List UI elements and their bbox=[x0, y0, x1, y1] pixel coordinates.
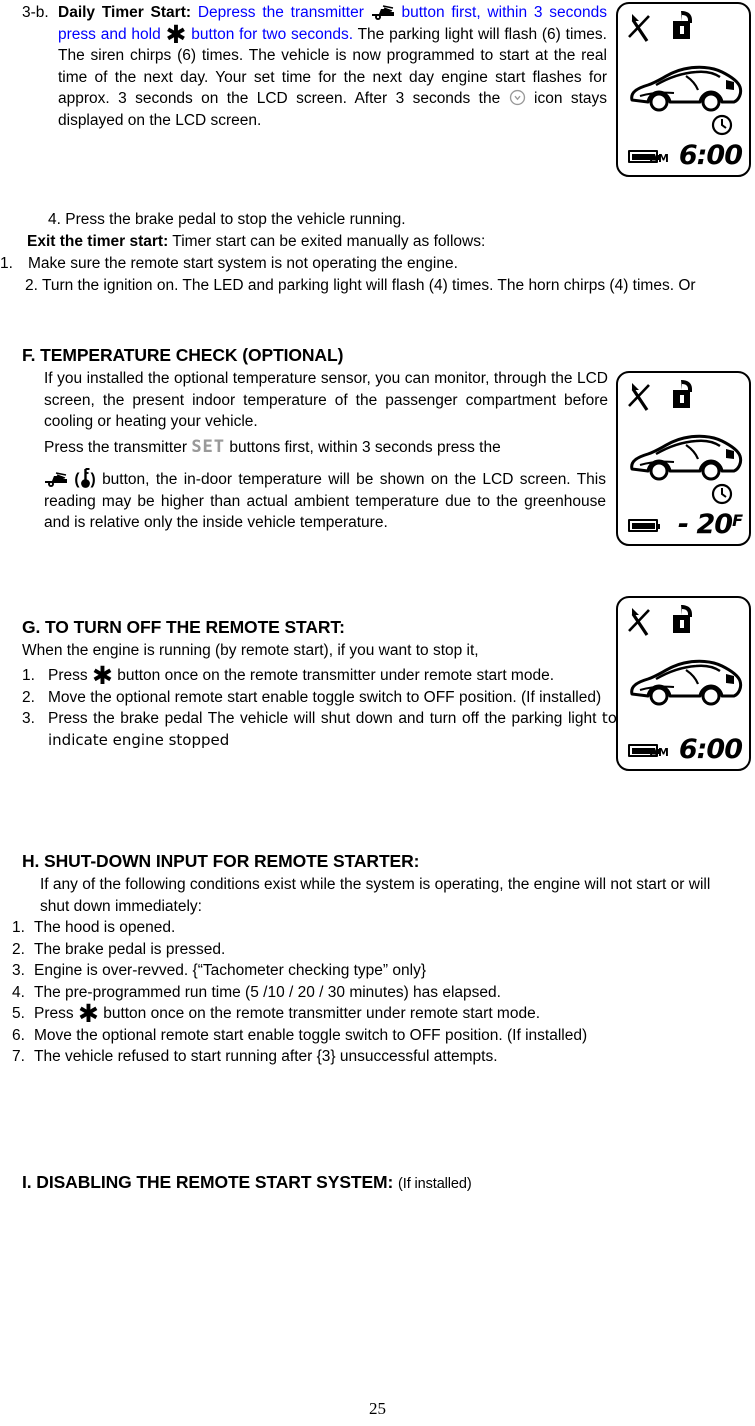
exit-timer-intro: Exit the timer start: Timer start can be… bbox=[27, 231, 627, 253]
section-H-heading: H. SHUT-DOWN INPUT FOR REMOTE STARTER: bbox=[22, 851, 420, 871]
exit-timer-item-1-text: Make sure the remote start system is not… bbox=[28, 255, 458, 272]
list-item-number: 3. bbox=[12, 962, 25, 979]
list-item-content: Move the optional remote start enable to… bbox=[48, 688, 602, 706]
list-item-content: The vehicle refused to start running aft… bbox=[34, 1048, 498, 1065]
list-item-number: 4. bbox=[12, 983, 25, 1001]
section-G-intro: When the engine is running (by remote st… bbox=[22, 642, 479, 659]
battery-full-icon bbox=[628, 519, 660, 532]
list-item: 3. Engine is over-revved. {“Tachometer c… bbox=[12, 960, 712, 982]
lcd-readout: 6:00 bbox=[678, 732, 743, 765]
list-item: 4. The pre-programmed run time (5 /10 / … bbox=[12, 982, 712, 1004]
engine-start-icon bbox=[45, 472, 67, 487]
list-item-content: The hood is opened. bbox=[34, 919, 176, 936]
lock-open-icon bbox=[673, 11, 692, 39]
lcd-display-remote-off: AM 6:00 bbox=[616, 596, 751, 771]
section-3b-step4: 4. Press the brake pedal to stop the veh… bbox=[48, 211, 406, 228]
section-G-list: 1. Press ✱ button once on the remote tra… bbox=[22, 663, 617, 751]
list-item-post: button once on the remote transmitter un… bbox=[103, 1005, 541, 1022]
exit-timer-item-2: 2. Turn the ignition on. The LED and par… bbox=[25, 277, 696, 294]
lcd-display-timer-start: AM 6:00 bbox=[616, 2, 751, 177]
section-G-heading: G. TO TURN OFF THE REMOTE START: bbox=[22, 617, 345, 637]
car-icon bbox=[630, 65, 743, 112]
antenna-crossed-icon bbox=[628, 14, 650, 42]
list-item-number: 5. bbox=[12, 1005, 25, 1022]
antenna-crossed-icon bbox=[628, 608, 650, 636]
section-3b-blue-1: Depress the transmitter bbox=[197, 4, 364, 21]
section-F-para2-block: ( ) button, the in-door temperature will… bbox=[44, 468, 606, 534]
list-item: 1. Press ✱ button once on the remote tra… bbox=[22, 663, 617, 688]
car-icon bbox=[630, 659, 743, 706]
clock-icon bbox=[509, 89, 525, 106]
list-item-number: 7. bbox=[12, 1048, 25, 1065]
lcd-readout-value: - 20 bbox=[677, 509, 733, 540]
page-number: 25 bbox=[369, 1399, 386, 1418]
list-item-number: 1. bbox=[22, 667, 35, 684]
list-item-content: Move the optional remote start enable to… bbox=[34, 1026, 588, 1044]
list-item-content: The pre-programmed run time (5 /10 / 20 … bbox=[34, 983, 501, 1001]
ampm-indicator: AM bbox=[649, 152, 669, 165]
lcd-readout: - 20F bbox=[677, 507, 743, 540]
list-item-number: 1. bbox=[12, 919, 25, 936]
lcd-display-temperature: - 20F bbox=[616, 371, 751, 546]
list-item-pre: Press the brake pedal The vehicle will s… bbox=[48, 710, 597, 727]
lock-open-icon bbox=[673, 380, 692, 408]
list-item-content: Press the brake pedal The vehicle will s… bbox=[48, 708, 617, 751]
section-F-press-mid: buttons first, within 3 seconds press th… bbox=[229, 439, 501, 456]
antenna-crossed-icon bbox=[628, 383, 650, 411]
list-item-post: button once on the remote transmitter un… bbox=[117, 667, 555, 684]
list-item-number: 2. bbox=[12, 940, 25, 958]
thermometer-icon bbox=[80, 468, 90, 488]
exit-timer-item-1-number: 1. bbox=[0, 255, 13, 272]
list-item-number: 6. bbox=[12, 1026, 25, 1044]
section-3b-title: Daily Timer Start: bbox=[58, 4, 192, 21]
list-item-pre: Press bbox=[48, 667, 88, 684]
list-item-content: The brake pedal is pressed. bbox=[34, 940, 226, 958]
section-F-press-pre: Press the transmitter bbox=[44, 439, 187, 456]
section-3b: 3-b. Daily Timer Start: Depress the tran… bbox=[22, 2, 607, 131]
ampm-indicator: AM bbox=[649, 746, 669, 759]
clock-icon bbox=[711, 483, 733, 505]
section-3b-label: 3-b. bbox=[22, 4, 49, 21]
lock-open-icon bbox=[673, 605, 692, 633]
section-H-list: 1. The hood is opened. 2. The brake peda… bbox=[12, 917, 712, 1068]
set-button-label: SET bbox=[191, 437, 226, 457]
exit-timer-label: Exit the timer start: bbox=[27, 233, 169, 250]
lcd-readout-value: 6:00 bbox=[678, 734, 743, 765]
list-item-number: 3. bbox=[22, 710, 35, 727]
list-item: 6. Move the optional remote start enable… bbox=[12, 1025, 712, 1047]
list-item-content: Engine is over-revved. {“Tachometer chec… bbox=[34, 962, 427, 979]
section-H-intro: If any of the following conditions exist… bbox=[40, 876, 711, 915]
section-3b-blue-3: button for two seconds. bbox=[191, 25, 354, 43]
lcd-readout-value: 6:00 bbox=[678, 140, 743, 171]
car-icon bbox=[630, 434, 743, 481]
engine-start-icon bbox=[371, 5, 394, 20]
paren-close: ) bbox=[90, 471, 96, 488]
section-F-para2: button, the in-door temperature will be … bbox=[44, 471, 606, 531]
manual-page: AM 6:00 - 20F AM 6:00 3-b. Daily Timer S… bbox=[0, 0, 755, 1426]
exit-timer-item-1: 1. Make sure the remote start system is … bbox=[0, 253, 715, 275]
list-item: 5. Press ✱ button once on the remote tra… bbox=[12, 1001, 712, 1026]
section-I-sub: (If installed) bbox=[398, 1176, 472, 1192]
list-item-content: Press ✱ button once on the remote transm… bbox=[48, 663, 617, 688]
section-F-para1: If you installed the optional temperatur… bbox=[44, 370, 608, 430]
clock-icon bbox=[711, 114, 733, 136]
list-item: 2. Move the optional remote start enable… bbox=[22, 687, 617, 709]
list-item: 7. The vehicle refused to start running … bbox=[12, 1046, 712, 1068]
list-item-number: 2. bbox=[22, 688, 35, 706]
list-item: 2. The brake pedal is pressed. bbox=[12, 939, 712, 961]
exit-timer-intro-text: Timer start can be exited manually as fo… bbox=[172, 233, 486, 250]
lcd-readout-unit: F bbox=[732, 511, 743, 530]
section-3b-body: Daily Timer Start: Depress the transmitt… bbox=[58, 2, 607, 131]
list-item: 3. Press the brake pedal The vehicle wil… bbox=[22, 708, 617, 751]
list-item-pre: Press bbox=[34, 1005, 74, 1022]
lcd-readout: 6:00 bbox=[678, 138, 743, 171]
star-button-icon: ✱ bbox=[165, 19, 187, 49]
section-F-press-line: Press the transmitter SET buttons first,… bbox=[44, 437, 608, 459]
section-F-heading: F. TEMPERATURE CHECK (OPTIONAL) bbox=[22, 345, 344, 365]
list-item-content: Press ✱ button once on the remote transm… bbox=[34, 1001, 712, 1026]
list-item: 1. The hood is opened. bbox=[12, 917, 712, 939]
section-I-heading: I. DISABLING THE REMOTE START SYSTEM: (I… bbox=[22, 1171, 622, 1196]
section-I-title: I. DISABLING THE REMOTE START SYSTEM: bbox=[22, 1172, 394, 1192]
